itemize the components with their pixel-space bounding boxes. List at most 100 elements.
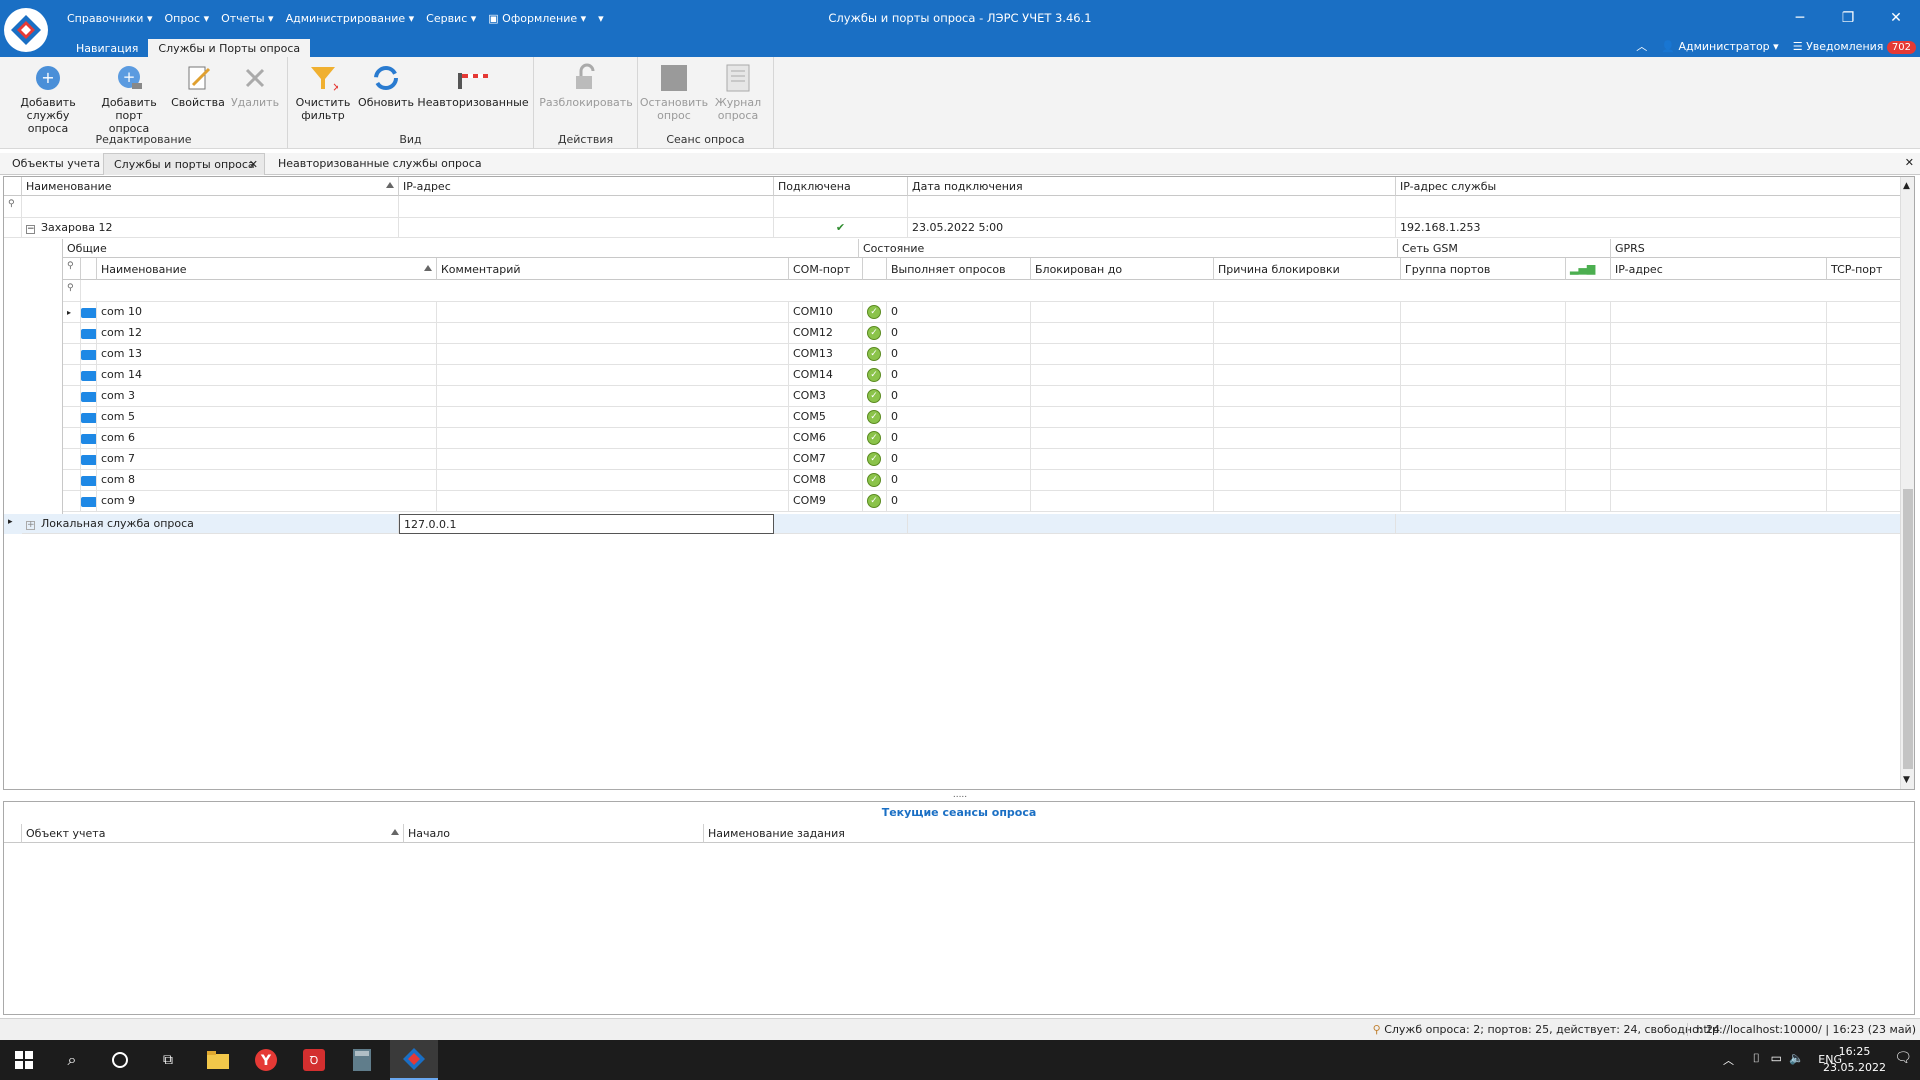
port-cell[interactable]: [1827, 302, 1903, 323]
port-cell[interactable]: [1827, 449, 1903, 470]
doctab-unauthorized[interactable]: Неавторизованные службы опроса: [268, 153, 492, 175]
col-header-connected[interactable]: Подключена: [774, 177, 908, 196]
port-status[interactable]: ✓: [863, 344, 887, 365]
service-row-name[interactable]: − Захарова 12: [22, 218, 399, 238]
vertical-scrollbar[interactable]: ▲ ▼: [1900, 177, 1914, 789]
port-cell[interactable]: [1827, 470, 1903, 491]
port-cell[interactable]: [1566, 449, 1611, 470]
port-comment[interactable]: [437, 365, 789, 386]
port-com[interactable]: COM13: [789, 344, 863, 365]
col-header-ip[interactable]: IP-адрес: [399, 177, 774, 196]
menu-reports[interactable]: Отчеты ▾: [216, 10, 278, 27]
yandex-browser-icon[interactable]: Y: [242, 1040, 290, 1080]
clear-filter-button[interactable]: × Очистить фильтр: [294, 60, 352, 122]
poll-log-button[interactable]: Журнал опроса: [710, 60, 766, 122]
port-cell[interactable]: [1827, 344, 1903, 365]
port-cell[interactable]: [1031, 428, 1214, 449]
port-cell[interactable]: [1401, 323, 1566, 344]
port-polls[interactable]: 0: [887, 449, 1031, 470]
port-cell[interactable]: [1214, 449, 1401, 470]
scroll-thumb[interactable]: [1903, 489, 1913, 769]
port-cell[interactable]: [1611, 449, 1827, 470]
filter-cell-name[interactable]: [22, 196, 399, 218]
service2-row[interactable]: ▸ + Локальная служба опроса 127.0.0.1: [4, 514, 1902, 534]
menu-poll[interactable]: Опрос ▾: [159, 10, 214, 27]
port-com[interactable]: COM8: [789, 470, 863, 491]
task-view-icon[interactable]: ⧉: [144, 1040, 192, 1080]
port-com[interactable]: COM12: [789, 323, 863, 344]
clock[interactable]: 16:25 23.05.2022: [1823, 1044, 1886, 1076]
port-cell[interactable]: [1214, 302, 1401, 323]
action-center-icon[interactable]: 🗨: [1894, 1050, 1912, 1066]
port-polls[interactable]: 0: [887, 407, 1031, 428]
port-comment[interactable]: [437, 344, 789, 365]
port-cell[interactable]: [1031, 344, 1214, 365]
network-icon[interactable]: ▭: [1771, 1051, 1782, 1065]
port-cell[interactable]: [1214, 491, 1401, 512]
collapse-icon[interactable]: −: [26, 225, 35, 234]
port-polls[interactable]: 0: [887, 302, 1031, 323]
service2-ip[interactable]: 127.0.0.1: [399, 514, 774, 534]
expand-arrow-icon[interactable]: ▸: [4, 514, 22, 534]
port-cell[interactable]: [1611, 302, 1827, 323]
port-polls[interactable]: 0: [887, 491, 1031, 512]
port-name[interactable]: com 6: [97, 428, 437, 449]
port-comment[interactable]: [437, 323, 789, 344]
properties-button[interactable]: Свойства: [170, 60, 226, 109]
refresh-button[interactable]: Обновить: [358, 60, 414, 109]
port-cell[interactable]: [1611, 407, 1827, 428]
port-cell[interactable]: [1031, 323, 1214, 344]
port-com[interactable]: COM10: [789, 302, 863, 323]
calculator-icon[interactable]: [338, 1040, 386, 1080]
add-service-button[interactable]: + Добавить службу опроса: [6, 60, 90, 135]
menu-directories[interactable]: Справочники ▾: [62, 10, 157, 27]
service2-name-cell[interactable]: + Локальная служба опроса: [22, 514, 399, 534]
port-comment[interactable]: [437, 302, 789, 323]
expand-icon[interactable]: +: [26, 521, 35, 530]
port-cell[interactable]: [1401, 470, 1566, 491]
sub-header-gprs-ip[interactable]: IP-адрес: [1611, 258, 1827, 280]
port-com[interactable]: COM14: [789, 365, 863, 386]
port-cell[interactable]: [1214, 428, 1401, 449]
port-cell[interactable]: [1214, 386, 1401, 407]
port-cell[interactable]: [1827, 407, 1903, 428]
port-com[interactable]: COM7: [789, 449, 863, 470]
port-cell[interactable]: [1566, 323, 1611, 344]
expand-arrow-icon[interactable]: ▸: [67, 308, 71, 317]
port-status[interactable]: ✓: [863, 407, 887, 428]
port-name[interactable]: com 10: [97, 302, 437, 323]
port-cell[interactable]: [1214, 470, 1401, 491]
port-cell[interactable]: [1566, 344, 1611, 365]
sub-header-status[interactable]: [863, 258, 887, 280]
port-status[interactable]: ✓: [863, 491, 887, 512]
port-comment[interactable]: [437, 407, 789, 428]
menu-service[interactable]: Сервис ▾: [421, 10, 481, 27]
port-cell[interactable]: [1827, 386, 1903, 407]
sessions-col-object[interactable]: Объект учета: [22, 824, 404, 843]
port-cell[interactable]: [1401, 449, 1566, 470]
port-cell[interactable]: [1566, 470, 1611, 491]
col-header-date[interactable]: Дата подключения: [908, 177, 1396, 196]
collapse-ribbon-icon[interactable]: ︿: [1636, 38, 1647, 54]
port-com[interactable]: COM3: [789, 386, 863, 407]
col-header-service-ip[interactable]: IP-адрес службы: [1396, 177, 1902, 196]
port-cell[interactable]: [1566, 491, 1611, 512]
port-cell[interactable]: [1031, 449, 1214, 470]
menu-administration[interactable]: Администрирование ▾: [281, 10, 420, 27]
sub-header-polls[interactable]: Выполняет опросов: [887, 258, 1031, 280]
port-comment[interactable]: [437, 470, 789, 491]
close-window-button[interactable]: ✕: [1872, 0, 1920, 36]
filter-cell-service-ip[interactable]: [1396, 196, 1902, 218]
port-cell[interactable]: [1031, 470, 1214, 491]
port-name[interactable]: com 8: [97, 470, 437, 491]
port-status[interactable]: ✓: [863, 323, 887, 344]
notifications-button[interactable]: ☰ Уведомления 702: [1793, 40, 1916, 54]
port-polls[interactable]: 0: [887, 428, 1031, 449]
port-status[interactable]: ✓: [863, 365, 887, 386]
unauthorized-button[interactable]: Неавторизованные: [417, 60, 529, 109]
port-cell[interactable]: [1214, 407, 1401, 428]
port-comment[interactable]: [437, 491, 789, 512]
port-cell[interactable]: [1566, 365, 1611, 386]
port-status[interactable]: ✓: [863, 428, 887, 449]
add-port-button[interactable]: + Добавить порт опроса: [94, 60, 164, 135]
